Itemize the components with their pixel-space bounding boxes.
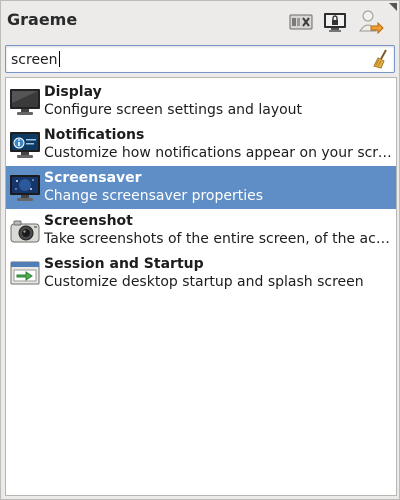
search-input[interactable]: screen [5, 45, 395, 73]
settings-manager-button[interactable] [287, 9, 315, 35]
camera-icon [9, 216, 41, 246]
result-description: Configure screen settings and layout [44, 102, 303, 118]
lock-screen-button[interactable] [321, 9, 349, 35]
resize-corner-icon[interactable] [389, 3, 397, 11]
result-description: Customize desktop startup and splash scr… [44, 274, 364, 290]
clear-search-button[interactable] [371, 49, 391, 69]
notifications-icon [9, 130, 41, 160]
username-label: Graeme [7, 10, 78, 29]
result-display[interactable]: Display Configure screen settings and la… [6, 80, 396, 123]
result-description: Take screenshots of the entire screen, o… [44, 231, 394, 247]
settings-manager-icon [289, 14, 313, 30]
result-description: Customize how notifications appear on yo… [44, 145, 394, 161]
result-session-and-startup[interactable]: Session and Startup Customize desktop st… [6, 252, 396, 295]
result-screenshot[interactable]: Screenshot Take screenshots of the entir… [6, 209, 396, 252]
whisker-menu-window: Graeme screen Display Configure screen s… [0, 0, 400, 500]
result-title: Display [44, 84, 102, 100]
result-screensaver[interactable]: Screensaver Change screensaver propertie… [6, 166, 396, 209]
screensaver-icon [9, 173, 41, 203]
lock-screen-icon [324, 13, 346, 32]
header: Graeme [1, 1, 399, 41]
result-title: Screenshot [44, 213, 133, 229]
log-out-button[interactable] [357, 9, 385, 35]
result-description: Change screensaver properties [44, 188, 264, 204]
result-title: Notifications [44, 127, 145, 143]
session-startup-icon [9, 259, 41, 289]
broom-icon [373, 49, 387, 69]
display-icon [9, 87, 41, 117]
result-title: Screensaver [44, 170, 142, 186]
result-notifications[interactable]: Notifications Customize how notification… [6, 123, 396, 166]
results-list: Display Configure screen settings and la… [5, 77, 397, 496]
log-out-icon [359, 10, 384, 35]
search-query: screen [11, 51, 60, 68]
result-title: Session and Startup [44, 256, 204, 272]
